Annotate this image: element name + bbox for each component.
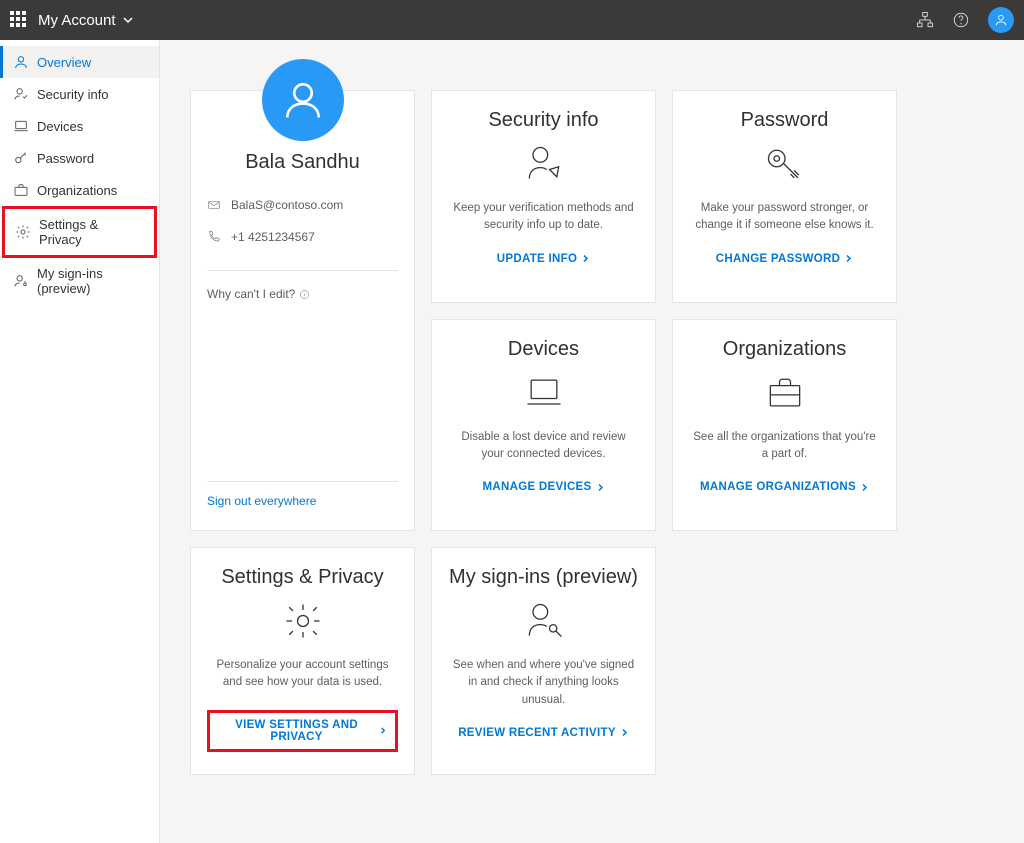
org-chart-icon[interactable] bbox=[916, 11, 934, 29]
update-info-link[interactable]: UPDATE INFO bbox=[497, 253, 590, 265]
manage-organizations-link[interactable]: MANAGE ORGANIZATIONS bbox=[700, 481, 869, 493]
nav-label: Settings & Privacy bbox=[39, 217, 144, 247]
card-desc: Make your password stronger, or change i… bbox=[689, 200, 880, 235]
nav-security-info[interactable]: Security info bbox=[0, 78, 159, 110]
nav-label: Password bbox=[37, 151, 94, 166]
topbar-right bbox=[916, 7, 1014, 33]
profile-card: Bala Sandhu BalaS@contoso.com +1 4251234… bbox=[190, 90, 415, 531]
app-launcher-icon[interactable] bbox=[10, 11, 28, 29]
briefcase-icon bbox=[763, 371, 807, 415]
card-title: Settings & Privacy bbox=[221, 566, 383, 589]
signin-icon bbox=[522, 599, 566, 643]
my-signins-card: My sign-ins (preview) See when and where… bbox=[431, 547, 656, 775]
mail-icon bbox=[207, 198, 221, 212]
manage-devices-link[interactable]: MANAGE DEVICES bbox=[483, 481, 605, 493]
card-title: Devices bbox=[508, 338, 579, 361]
signin-icon bbox=[13, 273, 29, 289]
nav-organizations[interactable]: Organizations bbox=[0, 174, 159, 206]
phone-icon bbox=[207, 230, 221, 244]
card-title: My sign-ins (preview) bbox=[449, 566, 638, 589]
review-recent-activity-link[interactable]: REVIEW RECENT ACTIVITY bbox=[458, 727, 629, 739]
profile-email-row: BalaS@contoso.com bbox=[207, 198, 398, 212]
security-info-icon bbox=[522, 142, 566, 186]
organizations-card: Organizations See all the organizations … bbox=[672, 319, 897, 532]
chevron-right-icon bbox=[844, 254, 853, 263]
profile-avatar bbox=[262, 59, 344, 141]
password-card: Password Make your password stronger, or… bbox=[672, 90, 897, 303]
sign-out-everywhere-link[interactable]: Sign out everywhere bbox=[207, 481, 398, 508]
nav-password[interactable]: Password bbox=[0, 142, 159, 174]
key-icon bbox=[763, 142, 807, 186]
change-password-link[interactable]: CHANGE PASSWORD bbox=[716, 253, 853, 265]
card-desc: Disable a lost device and review your co… bbox=[448, 429, 639, 464]
user-avatar[interactable] bbox=[988, 7, 1014, 33]
card-title: Password bbox=[741, 109, 829, 132]
main-content: Bala Sandhu BalaS@contoso.com +1 4251234… bbox=[160, 40, 1024, 843]
sidebar: Overview Security info Devices Password … bbox=[0, 40, 160, 843]
chevron-right-icon bbox=[620, 728, 629, 737]
divider bbox=[207, 270, 398, 271]
nav-label: My sign-ins (preview) bbox=[37, 266, 149, 296]
nav-label: Organizations bbox=[37, 183, 117, 198]
view-settings-privacy-link[interactable]: VIEW SETTINGS AND PRIVACY bbox=[207, 710, 398, 752]
nav-devices[interactable]: Devices bbox=[0, 110, 159, 142]
chevron-right-icon bbox=[596, 483, 605, 492]
key-icon bbox=[13, 150, 29, 166]
laptop-icon bbox=[522, 371, 566, 415]
security-icon bbox=[13, 86, 29, 102]
profile-name: Bala Sandhu bbox=[207, 151, 398, 174]
nav-label: Devices bbox=[37, 119, 83, 134]
gear-icon bbox=[15, 224, 31, 240]
chevron-right-icon bbox=[581, 254, 590, 263]
profile-email: BalaS@contoso.com bbox=[231, 198, 343, 212]
card-title: Security info bbox=[488, 109, 598, 132]
card-desc: See all the organizations that you're a … bbox=[689, 429, 880, 464]
person-icon bbox=[994, 13, 1008, 27]
security-info-card: Security info Keep your verification met… bbox=[431, 90, 656, 303]
chevron-right-icon bbox=[379, 726, 387, 735]
help-icon[interactable] bbox=[952, 11, 970, 29]
devices-card: Devices Disable a lost device and review… bbox=[431, 319, 656, 532]
card-desc: See when and where you've signed in and … bbox=[448, 657, 639, 709]
brand-label: My Account bbox=[38, 12, 116, 29]
profile-phone: +1 4251234567 bbox=[231, 230, 315, 244]
briefcase-icon bbox=[13, 182, 29, 198]
info-icon bbox=[299, 289, 310, 300]
card-desc: Personalize your account settings and se… bbox=[207, 657, 398, 692]
person-icon bbox=[13, 54, 29, 70]
nav-settings-privacy[interactable]: Settings & Privacy bbox=[2, 206, 157, 258]
nav-label: Overview bbox=[37, 55, 91, 70]
nav-label: Security info bbox=[37, 87, 109, 102]
laptop-icon bbox=[13, 118, 29, 134]
card-title: Organizations bbox=[723, 338, 846, 361]
brand-dropdown[interactable]: My Account bbox=[38, 12, 134, 29]
person-icon bbox=[282, 79, 324, 121]
card-desc: Keep your verification methods and secur… bbox=[448, 200, 639, 235]
nav-overview[interactable]: Overview bbox=[0, 46, 159, 78]
profile-phone-row: +1 4251234567 bbox=[207, 230, 398, 244]
why-cant-edit-link[interactable]: Why can't I edit? bbox=[207, 287, 398, 301]
chevron-down-icon bbox=[122, 14, 134, 26]
topbar: My Account bbox=[0, 0, 1024, 40]
chevron-right-icon bbox=[860, 483, 869, 492]
nav-my-signins[interactable]: My sign-ins (preview) bbox=[0, 258, 159, 304]
settings-privacy-card: Settings & Privacy Personalize your acco… bbox=[190, 547, 415, 775]
gear-icon bbox=[281, 599, 325, 643]
